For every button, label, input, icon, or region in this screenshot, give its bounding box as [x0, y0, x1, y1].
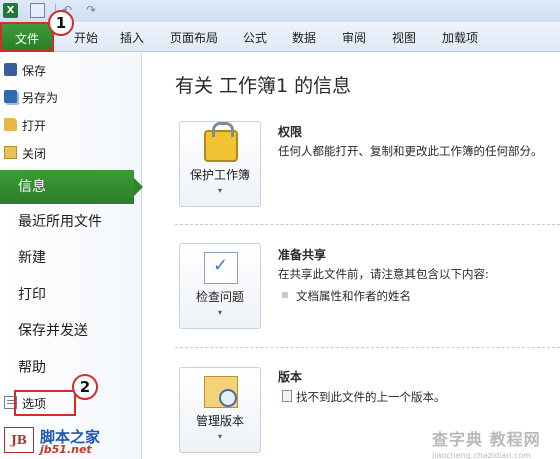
- checklist-icon: [204, 252, 238, 284]
- document-icon: [282, 390, 292, 402]
- versions-status: 找不到此文件的上一个版本。: [282, 389, 446, 405]
- info-content-area: 有关 工作簿1 的信息 保护工作簿 ▾ 权限 任何人都能打开、复制和更改此工作簿…: [143, 53, 560, 459]
- chevron-down-icon: ▾: [217, 308, 222, 317]
- tab-page-layout[interactable]: 页面布局: [170, 29, 218, 46]
- tab-formulas[interactable]: 公式: [243, 29, 267, 46]
- tab-view[interactable]: 视图: [392, 29, 416, 46]
- permissions-description: 任何人都能打开、复制和更改此工作簿的任何部分。: [278, 144, 543, 158]
- nav-info[interactable]: 信息: [0, 170, 143, 204]
- save-command[interactable]: 保存: [0, 59, 140, 81]
- watermark-title: 查字典 教程网: [432, 430, 541, 449]
- list-item: 文档属性和作者的姓名: [282, 288, 411, 304]
- annotation-marker-2: 2: [72, 374, 98, 400]
- close-label: 关闭: [22, 146, 47, 161]
- options-highlight-box: [14, 390, 76, 416]
- nav-help[interactable]: 帮助: [0, 351, 142, 385]
- site-logo: JB: [4, 427, 34, 453]
- save-icon: [4, 63, 17, 76]
- permissions-heading: 权限: [278, 125, 303, 139]
- tab-review[interactable]: 审阅: [342, 29, 366, 46]
- save-as-label: 另存为: [22, 90, 59, 105]
- save-as-icon: [4, 90, 17, 103]
- versions-icon: [204, 376, 238, 408]
- folder-close-icon: [4, 146, 17, 159]
- watermark-chazidian: 查字典 教程网 jiaocheng.chazidian.com: [432, 426, 556, 459]
- tab-data[interactable]: 数据: [292, 29, 316, 46]
- prepare-sharing-heading: 准备共享: [278, 248, 327, 262]
- bullet-icon: [282, 292, 288, 298]
- nav-print[interactable]: 打印: [0, 278, 142, 312]
- page-title: 有关 工作簿1 的信息: [175, 75, 352, 97]
- section-divider: [175, 224, 560, 225]
- nav-recent[interactable]: 最近所用文件: [0, 205, 142, 239]
- save-as-command[interactable]: 另存为: [0, 86, 140, 108]
- protect-workbook-label: 保护工作簿: [189, 168, 250, 182]
- redo-icon[interactable]: ↷: [86, 3, 101, 18]
- check-issues-label: 检查问题: [195, 290, 244, 304]
- open-label: 打开: [22, 118, 47, 133]
- excel-icon[interactable]: X: [3, 3, 18, 18]
- ribbon-tab-bar: 开始 插入 页面布局 公式 数据 审阅 视图 加载项: [0, 22, 560, 52]
- lock-icon: [204, 122, 238, 162]
- versions-description: 找不到此文件的上一个版本。: [296, 390, 446, 404]
- versions-heading: 版本: [278, 370, 303, 384]
- watermark-jb51: JB 脚本之家 jb51.net: [4, 425, 124, 457]
- tab-insert[interactable]: 插入: [120, 29, 144, 46]
- check-issues-button[interactable]: 检查问题 ▾: [179, 243, 261, 329]
- manage-versions-label: 管理版本: [195, 414, 244, 428]
- tab-add-ins[interactable]: 加载项: [442, 29, 478, 46]
- protect-workbook-button[interactable]: 保护工作簿 ▾: [179, 121, 261, 207]
- save-label: 保存: [22, 63, 47, 78]
- chevron-down-icon: ▾: [217, 432, 222, 441]
- chevron-down-icon: ▾: [217, 186, 222, 195]
- close-command[interactable]: 关闭: [0, 142, 140, 164]
- nav-save-send[interactable]: 保存并发送: [0, 314, 142, 348]
- tab-file[interactable]: 文件: [0, 22, 54, 52]
- nav-new[interactable]: 新建: [0, 241, 142, 275]
- watermark-url: jb51.net: [40, 443, 92, 456]
- annotation-marker-1: 1: [48, 10, 74, 36]
- folder-open-icon: [4, 118, 17, 131]
- open-command[interactable]: 打开: [0, 114, 140, 136]
- quick-access-toolbar: X ↶ ↷: [0, 0, 560, 22]
- prepare-sharing-description: 在共享此文件前，请注意其包含以下内容:: [278, 267, 489, 281]
- save-icon[interactable]: [30, 3, 45, 18]
- manage-versions-button[interactable]: 管理版本 ▾: [179, 367, 261, 453]
- document-properties-text: 文档属性和作者的姓名: [296, 289, 411, 303]
- watermark-url: jiaocheng.chazidian.com: [432, 451, 532, 459]
- section-divider: [175, 347, 560, 348]
- tab-home[interactable]: 开始: [74, 29, 98, 46]
